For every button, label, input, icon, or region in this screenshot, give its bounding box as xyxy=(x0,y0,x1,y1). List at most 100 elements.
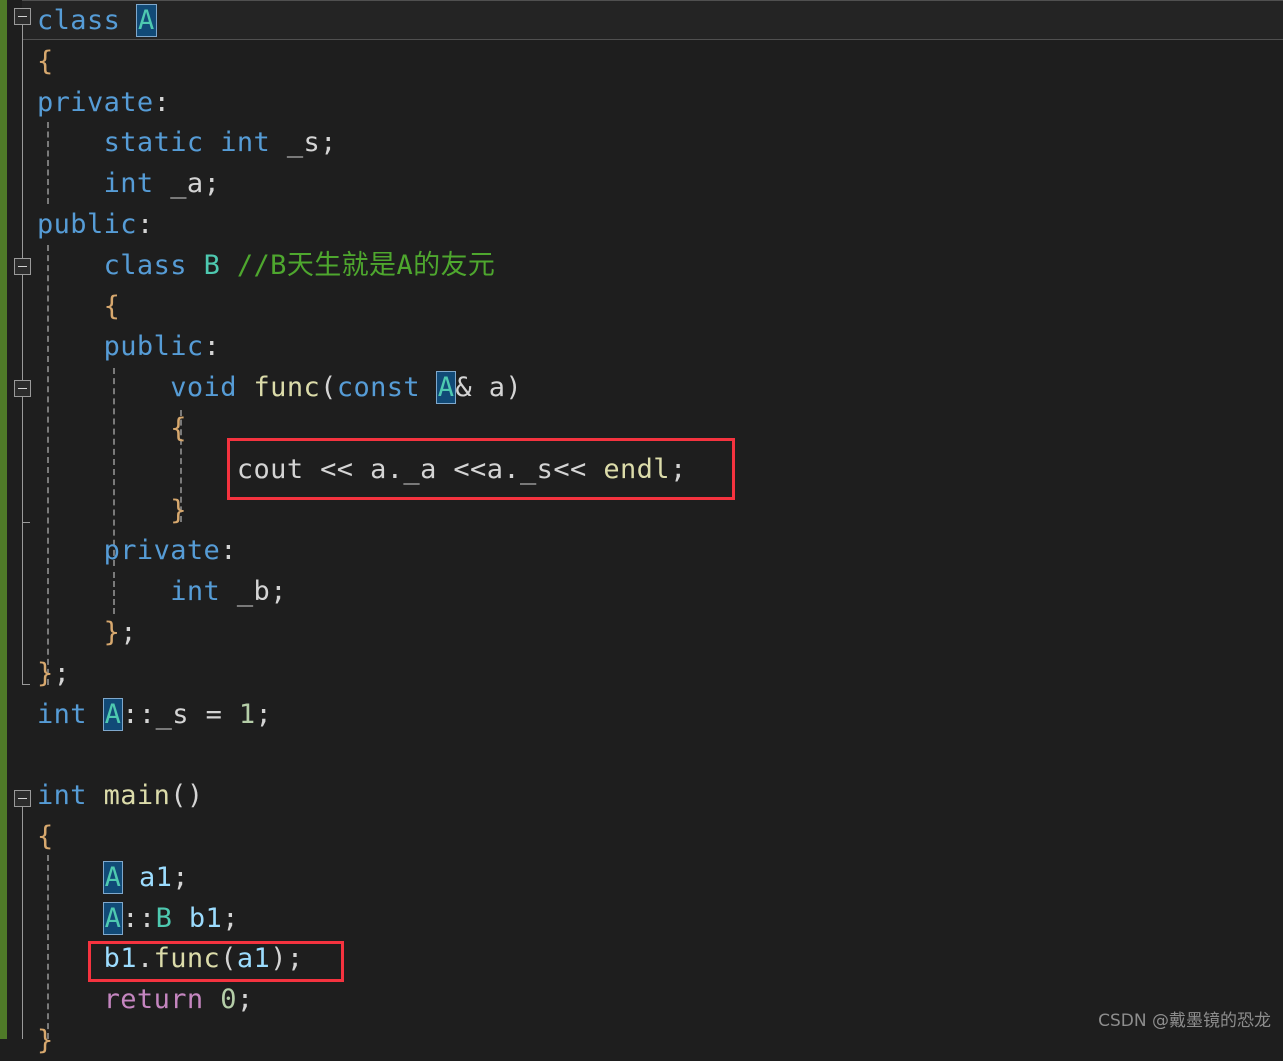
code-line[interactable]: A a1; xyxy=(0,857,1283,898)
code-token: static xyxy=(103,127,204,159)
code-editor[interactable]: class A{private: static int _s; int _a; p… xyxy=(0,0,1283,1056)
selected-identifier: A xyxy=(102,697,124,731)
code-line[interactable]: A::B b1; xyxy=(0,898,1283,939)
code-token: } xyxy=(37,657,54,689)
code-line[interactable]: int _a; xyxy=(0,163,1283,204)
code-line[interactable]: } xyxy=(0,1020,1283,1061)
code-line[interactable]: { xyxy=(0,816,1283,857)
code-token: () xyxy=(170,780,204,812)
code-token: ; xyxy=(172,861,189,893)
code-token: << xyxy=(553,453,604,485)
code-token: = xyxy=(205,698,239,730)
code-token: public xyxy=(37,209,137,240)
code-line[interactable]: class B //B天生就是A的友元 xyxy=(0,245,1283,286)
code-token: : xyxy=(203,331,221,363)
code-token: class xyxy=(37,5,121,36)
code-token: ; xyxy=(669,453,687,485)
code-line[interactable]: private: xyxy=(0,82,1283,123)
code-token: endl xyxy=(603,453,670,485)
code-line[interactable]: public: xyxy=(0,326,1283,367)
selected-identifier: A xyxy=(102,901,124,935)
code-token: ( xyxy=(220,943,237,975)
code-token: private xyxy=(37,86,154,118)
code-token: ; xyxy=(203,168,221,200)
code-line[interactable]: b1.func(a1); xyxy=(0,938,1283,979)
code-token: ) xyxy=(270,943,287,975)
code-token: a._s xyxy=(486,453,554,485)
code-token: int xyxy=(170,576,221,608)
code-token: main xyxy=(103,780,171,812)
code-token: cout xyxy=(236,453,304,485)
code-line[interactable]: cout << a._a <<a._s<< endl; xyxy=(0,449,1283,490)
code-token: & a) xyxy=(455,372,523,404)
code-token: << xyxy=(436,453,487,485)
code-token: :: xyxy=(122,902,156,934)
code-token: a1 xyxy=(236,943,271,975)
code-line[interactable]: { xyxy=(0,408,1283,449)
code-token: } xyxy=(37,1025,54,1056)
code-token: } xyxy=(103,617,121,648)
code-token: const xyxy=(336,372,421,404)
code-line[interactable]: int _b; xyxy=(0,571,1283,612)
code-line[interactable]: class A xyxy=(0,0,1283,41)
code-line[interactable]: }; xyxy=(0,653,1283,694)
code-token: int xyxy=(103,168,154,200)
selected-identifier: A xyxy=(135,4,157,37)
code-token: ; xyxy=(286,943,304,975)
code-line[interactable] xyxy=(0,734,1283,775)
code-line[interactable]: { xyxy=(0,41,1283,82)
code-token: { xyxy=(37,45,54,77)
selected-identifier: A xyxy=(102,860,124,894)
code-token: . xyxy=(136,943,154,975)
code-line[interactable]: { xyxy=(0,286,1283,327)
code-token: : xyxy=(220,535,237,567)
code-line[interactable]: return 0; xyxy=(0,979,1283,1020)
code-token: { xyxy=(170,413,187,444)
code-token: B xyxy=(155,902,173,934)
code-token: b1 xyxy=(103,943,137,975)
code-token: return xyxy=(103,984,204,1016)
code-line[interactable]: void func(const A& a) xyxy=(0,367,1283,408)
code-line[interactable]: static int _s; xyxy=(0,122,1283,163)
code-line[interactable]: public: xyxy=(0,204,1283,245)
code-text-area[interactable]: class A{private: static int _s; int _a; p… xyxy=(0,0,1283,1056)
code-token: { xyxy=(103,290,121,322)
code-token: ( xyxy=(320,372,337,404)
code-line[interactable]: int A::_s = 1; xyxy=(0,694,1283,735)
code-token: B xyxy=(203,249,221,281)
code-line[interactable]: private: xyxy=(0,530,1283,571)
code-token: << xyxy=(303,453,371,485)
code-token: ; xyxy=(120,617,137,648)
code-token: _a xyxy=(170,168,204,200)
code-token: ::_s xyxy=(122,698,206,730)
code-line[interactable]: } xyxy=(0,490,1283,531)
code-token: _b xyxy=(236,576,271,608)
code-line[interactable]: int main() xyxy=(0,775,1283,816)
code-token: func xyxy=(253,372,321,404)
code-token: ; xyxy=(320,127,337,159)
code-token: ; xyxy=(236,984,254,1016)
code-token: 0 xyxy=(220,984,237,1016)
code-token: } xyxy=(170,494,187,526)
csdn-watermark: CSDN @戴墨镜的恐龙 xyxy=(1098,1011,1271,1031)
code-line[interactable]: }; xyxy=(0,612,1283,653)
code-token: int xyxy=(37,780,87,812)
